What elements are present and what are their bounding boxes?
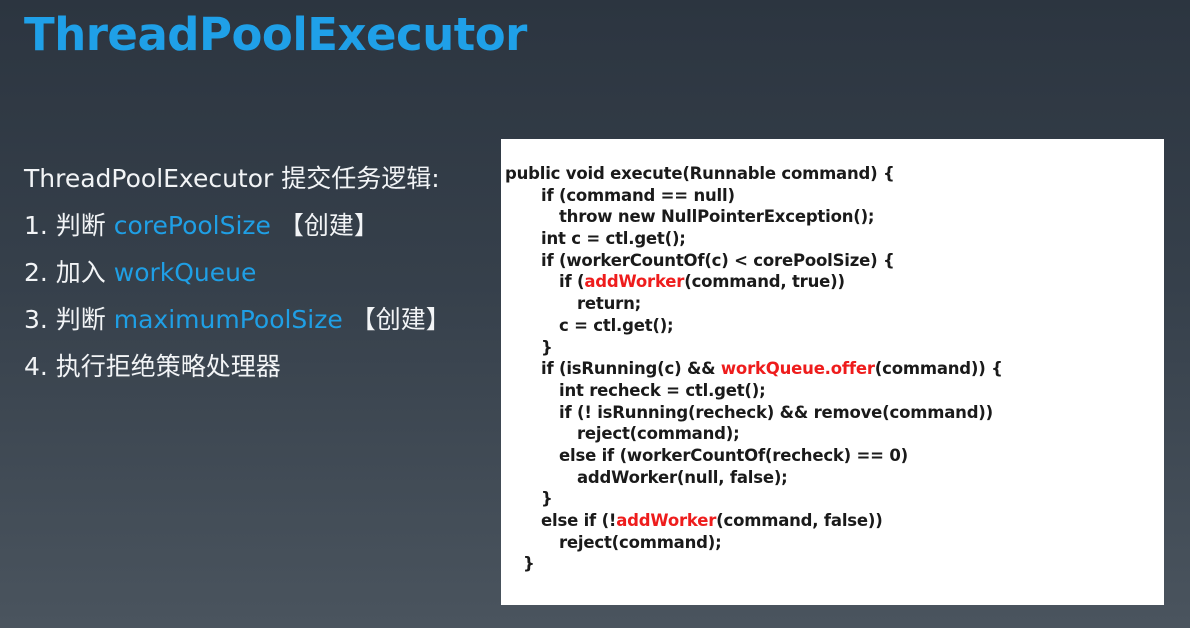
code-text: (command, false)) (716, 511, 883, 530)
point-core-pool: 1. 判断 corePoolSize 【创建】 (24, 202, 494, 249)
point-text: 4. 执行拒绝策略处理器 (24, 352, 281, 381)
point-max-pool: 3. 判断 maximumPoolSize 【创建】 (24, 296, 494, 343)
code-line: if (isRunning(c) && workQueue.offer(comm… (501, 358, 1164, 380)
code-text: (command, true)) (684, 272, 845, 292)
point-highlight: corePoolSize (113, 211, 271, 240)
code-line: throw new NullPointerException(); (501, 206, 1164, 228)
code-text: int c = ctl.get(); (541, 229, 686, 249)
code-line: reject(command); (501, 532, 1164, 554)
point-text: 2. 加入 (24, 258, 114, 287)
code-text: public void execute(Runnable command) { (505, 164, 895, 183)
code-text: (command)) { (874, 359, 1003, 379)
code-text: if ( (559, 272, 585, 292)
code-line: public void execute(Runnable command) { (501, 163, 1164, 185)
point-text: 3. 判断 (24, 305, 114, 334)
point-text: 1. 判断 (24, 211, 114, 240)
code-panel: public void execute(Runnable command) { i… (501, 139, 1164, 605)
point-suffix: 【创建】 (342, 305, 451, 334)
code-line: } (501, 337, 1164, 359)
code-text: if (isRunning(c) && (541, 359, 721, 379)
code-line: int c = ctl.get(); (501, 228, 1164, 250)
code-line: } (501, 488, 1164, 510)
point-highlight: workQueue (113, 258, 257, 287)
code-line: if (command == null) (501, 185, 1164, 207)
point-suffix: 【创建】 (270, 211, 379, 240)
code-text: if (command == null) (541, 185, 735, 205)
code-highlight: addWorker (616, 511, 717, 530)
code-text: } (541, 489, 553, 509)
point-highlight: maximumPoolSize (113, 305, 343, 334)
code-line: if (! isRunning(recheck) && remove(comma… (501, 402, 1164, 424)
code-text: throw new NullPointerException(); (559, 207, 875, 227)
code-line: addWorker(null, false); (501, 467, 1164, 489)
point-intro: ThreadPoolExecutor 提交任务逻辑: (24, 155, 494, 202)
code-line: return; (501, 293, 1164, 315)
code-text: if (workerCountOf(c) < corePoolSize) { (541, 250, 895, 270)
code-line: } (501, 553, 1164, 575)
point-text: ThreadPoolExecutor 提交任务逻辑: (24, 164, 440, 193)
code-line: else if (workerCountOf(recheck) == 0) (501, 445, 1164, 467)
bullet-list: ThreadPoolExecutor 提交任务逻辑: 1. 判断 corePoo… (24, 155, 494, 390)
code-text: else if (! (541, 511, 617, 530)
point-reject: 4. 执行拒绝策略处理器 (24, 343, 494, 390)
code-highlight: workQueue.offer (720, 359, 875, 379)
code-line: int recheck = ctl.get(); (501, 380, 1164, 402)
code-line: if (workerCountOf(c) < corePoolSize) { (501, 250, 1164, 272)
code-line: if (addWorker(command, true)) (501, 271, 1164, 293)
slide-title: ThreadPoolExecutor (24, 8, 527, 61)
code-text: reject(command); (559, 532, 722, 552)
code-line: c = ctl.get(); (501, 315, 1164, 337)
code-text: int recheck = ctl.get(); (559, 380, 766, 400)
code-text: } (523, 554, 535, 574)
code-text: if (! isRunning(recheck) && remove(comma… (559, 402, 993, 422)
point-work-queue: 2. 加入 workQueue (24, 249, 494, 296)
code-text: reject(command); (577, 424, 740, 444)
code-text: return; (577, 294, 642, 314)
code-line: reject(command); (501, 423, 1164, 445)
code-text: addWorker(null, false); (577, 467, 788, 487)
code-text: c = ctl.get(); (559, 315, 674, 335)
code-highlight: addWorker (584, 272, 685, 292)
code-line: else if (!addWorker(command, false)) (501, 510, 1164, 532)
code-text: else if (workerCountOf(recheck) == 0) (559, 445, 908, 465)
code-text: } (541, 337, 553, 357)
